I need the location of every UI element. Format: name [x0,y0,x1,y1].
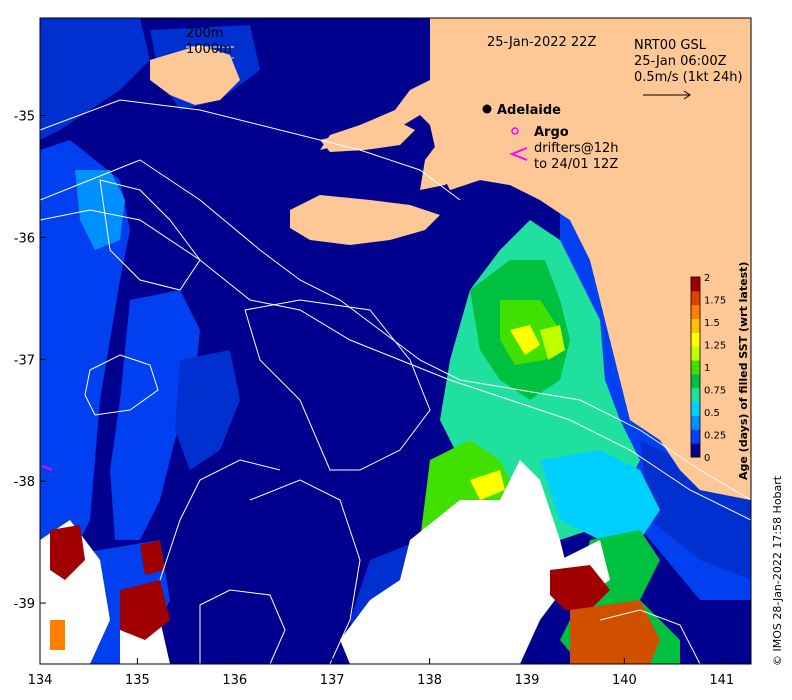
colorbar-segment [691,360,700,375]
y-tick-label: -38 [14,475,35,490]
colorbar-segment [691,443,700,458]
sst-age-map: 200m 1000m 25-Jan-2022 22Z NRT00 GSL 25-… [14,17,784,688]
colorbar-segment [691,332,700,347]
colorbar-segment [691,429,700,444]
colorbar-segment [691,401,700,416]
adelaide-marker [482,104,492,114]
colorbar-tick-label: 0.25 [704,431,726,442]
colorbar-tick-label: 1 [704,363,710,374]
current-info-line1: NRT00 GSL [634,38,707,53]
x-tick-label: 136 [222,673,247,688]
colorbar-tick-label: 0.5 [704,408,720,419]
date-label: 25-Jan-2022 22Z [487,35,596,50]
current-info-line3: 0.5m/s (1kt 24h) [634,70,743,85]
current-info-line2: 25-Jan 06:00Z [634,54,727,69]
contour-label-1000m: 1000m [186,42,232,57]
colorbar-segment [691,318,700,333]
x-tick-label: 140 [612,673,637,688]
colorbar-tick-label: 0.75 [704,386,726,397]
colorbar-segment [691,346,700,361]
colorbar-segment [691,373,700,389]
city-label-adelaide: Adelaide [497,103,561,118]
y-tick-label: -35 [14,110,35,125]
x-tick-label: 135 [125,673,150,688]
colorbar-segment [691,387,700,403]
colorbar-tick-label: 1.75 [704,296,726,307]
colorbar-tick-label: 1.5 [704,318,720,329]
map-plot-area [40,18,751,664]
drifter-legend-line2: to 24/01 12Z [534,157,618,172]
x-tick-label: 141 [709,673,734,688]
x-tick-label: 139 [515,673,540,688]
y-tick-label: -37 [14,353,35,368]
colorbar-segment [691,304,700,320]
credit-label: © IMOS 28-Jan-2022 17:58 Hobart [771,475,784,666]
colorbar-tick-label: 0 [704,453,710,464]
colorbar-segment [691,277,700,292]
y-tick-label: -39 [14,597,35,612]
colorbar-segment [691,290,700,306]
y-tick-label: -36 [14,231,35,246]
argo-legend-label: Argo [534,125,569,140]
drifter-legend-line1: drifters@12h [534,141,619,156]
colorbar-tick-label: 2 [704,273,710,284]
x-tick-label: 134 [28,673,53,688]
contour-label-200m: 200m [186,26,223,41]
x-tick-label: 138 [417,673,442,688]
colorbar-title: Age (days) of filled SST (wrt latest) [737,262,750,480]
colorbar-tick-label: 1.25 [704,341,726,352]
colorbar-segment [691,415,700,430]
x-tick-label: 137 [320,673,345,688]
